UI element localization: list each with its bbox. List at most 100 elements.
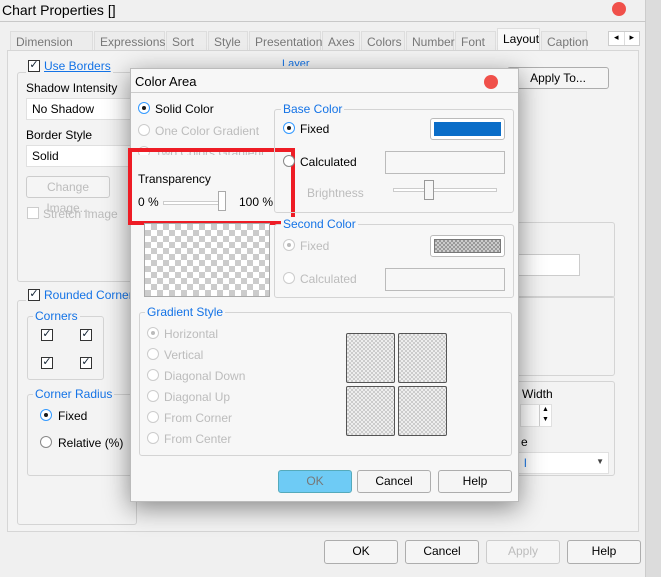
gradient-preview-3[interactable] — [346, 386, 395, 436]
radio-icon — [147, 327, 159, 339]
gradient-style-label: Gradient Style — [145, 305, 226, 319]
gradient-preview-1[interactable] — [346, 333, 395, 383]
checkbox-checked-icon: ✓ — [28, 59, 40, 72]
base-color-label: Base Color — [281, 102, 345, 116]
layer-group-label: Layer — [280, 58, 312, 66]
radio-icon — [40, 436, 52, 448]
tab-scroll-right-icon[interactable]: ▸ — [623, 32, 640, 45]
gradient-preview-2[interactable] — [398, 333, 447, 383]
corner-bottom-right-checkbox[interactable]: ✓ — [80, 357, 92, 369]
swatch-fill — [434, 122, 501, 136]
tab-sort[interactable]: Sort — [166, 31, 207, 51]
gradient-option-label: From Corner — [164, 411, 233, 425]
use-borders-checkbox[interactable]: ✓ Use Borders — [26, 59, 113, 73]
stretch-image-checkbox[interactable]: Stretch Image — [27, 207, 118, 221]
ok-button[interactable]: OK — [324, 540, 398, 564]
corners-group — [27, 316, 104, 380]
chevron-down-icon: ▼ — [596, 457, 604, 466]
gradient-option-label: Diagonal Up — [164, 390, 231, 404]
gradient-option-label: From Center — [164, 432, 232, 446]
window-title: Chart Properties [] — [0, 0, 646, 22]
tab-axes[interactable]: Axes — [322, 31, 360, 51]
dialog-close-button[interactable] — [484, 75, 498, 89]
brightness-slider-track[interactable] — [393, 188, 497, 192]
highlight-rectangle — [128, 148, 295, 225]
corner-radius-label: Corner Radius — [33, 387, 115, 401]
tab-number[interactable]: Number — [406, 31, 455, 51]
radius-relative-label: Relative (%) — [58, 436, 124, 450]
gradient-option-diagonal-down[interactable]: Diagonal Down — [147, 369, 245, 383]
dialog-ok-button[interactable]: OK — [278, 470, 352, 493]
radio-selected-icon — [138, 102, 150, 114]
radio-icon — [147, 411, 159, 423]
border-style-select[interactable]: Solid — [26, 145, 136, 167]
tab-colors[interactable]: Colors — [361, 31, 405, 51]
change-image-button[interactable]: Change Image... — [26, 176, 110, 215]
tab-dimension-limits[interactable]: Dimension Limits — [10, 31, 93, 63]
radio-icon — [283, 272, 295, 284]
gradient-option-label: Vertical — [164, 348, 204, 362]
tab-caption[interactable]: Caption — [541, 31, 588, 51]
radio-icon — [147, 390, 159, 402]
base-calculated-radio[interactable]: Calculated — [283, 155, 357, 169]
radius-fixed-radio[interactable]: Fixed — [40, 409, 87, 423]
swatch-fill — [434, 239, 501, 253]
radio-icon — [147, 432, 159, 444]
spinner-arrows-icon[interactable]: ▲ ▼ — [539, 405, 551, 426]
rounded-corners-checkbox[interactable]: ✓ Rounded Corners — [26, 288, 141, 302]
gradient-preview-4[interactable] — [398, 386, 447, 436]
one-color-gradient-radio[interactable]: One Color Gradient — [138, 124, 259, 138]
dialog-help-button[interactable]: Help — [438, 470, 512, 493]
second-color-label: Second Color — [281, 217, 358, 231]
width-spinner[interactable]: ▲ ▼ — [520, 404, 552, 427]
dialog-cancel-button[interactable]: Cancel — [357, 470, 431, 493]
base-calculated-field[interactable] — [385, 151, 505, 174]
apply-button[interactable]: Apply — [486, 540, 560, 564]
base-fixed-radio[interactable]: Fixed — [283, 122, 329, 136]
corner-bottom-left-checkbox[interactable]: ✓ — [41, 357, 53, 369]
shadow-intensity-select[interactable]: No Shadow — [26, 98, 136, 120]
shadow-intensity-label: Shadow Intensity — [26, 81, 118, 95]
tab-scroll-left-icon[interactable]: ◂ — [609, 32, 624, 45]
gradient-option-diagonal-up[interactable]: Diagonal Up — [147, 390, 230, 404]
radio-selected-icon — [283, 122, 295, 134]
border-style-label: Border Style — [26, 128, 93, 142]
radio-icon — [147, 369, 159, 381]
radius-fixed-label: Fixed — [58, 409, 88, 423]
corner-top-right-checkbox[interactable]: ✓ — [80, 329, 92, 341]
background-window — [646, 0, 661, 577]
base-color-swatch[interactable] — [430, 118, 505, 140]
gradient-option-from-center[interactable]: From Center — [147, 432, 231, 446]
radius-relative-radio[interactable]: Relative (%) — [40, 436, 123, 450]
radio-icon — [283, 155, 295, 167]
second-color-swatch[interactable] — [430, 235, 505, 257]
gradient-option-vertical[interactable]: Vertical — [147, 348, 203, 362]
rounded-corners-label: Rounded Corners — [44, 288, 139, 302]
partial-label: e — [521, 435, 528, 449]
tab-font[interactable]: Font — [455, 31, 496, 51]
apply-to-button[interactable]: Apply To... — [507, 67, 609, 89]
brightness-slider-thumb[interactable] — [424, 180, 434, 200]
color-preview — [144, 223, 270, 297]
tab-presentation[interactable]: Presentation — [249, 31, 322, 51]
corner-top-left-checkbox[interactable]: ✓ — [41, 329, 53, 341]
style-select[interactable]: l ▼ — [518, 452, 609, 474]
close-button[interactable] — [612, 2, 626, 16]
solid-color-label: Solid Color — [155, 102, 214, 116]
second-fixed-radio[interactable]: Fixed — [283, 239, 329, 253]
tab-style[interactable]: Style — [208, 31, 248, 51]
second-calculated-radio[interactable]: Calculated — [283, 272, 357, 286]
gradient-option-from-corner[interactable]: From Corner — [147, 411, 232, 425]
gradient-option-horizontal[interactable]: Horizontal — [147, 327, 218, 341]
gradient-option-label: Horizontal — [164, 327, 219, 341]
checkbox-icon — [27, 207, 39, 219]
tab-expressions[interactable]: Expressions — [94, 31, 165, 51]
gradient-option-label: Diagonal Down — [164, 369, 246, 383]
second-calculated-field[interactable] — [385, 268, 505, 291]
cancel-button[interactable]: Cancel — [405, 540, 479, 564]
help-button[interactable]: Help — [567, 540, 641, 564]
base-fixed-label: Fixed — [300, 122, 330, 136]
solid-color-radio[interactable]: Solid Color — [138, 102, 214, 116]
dialog-title: Color Area — [131, 69, 518, 93]
tab-layout[interactable]: Layout — [497, 28, 540, 51]
